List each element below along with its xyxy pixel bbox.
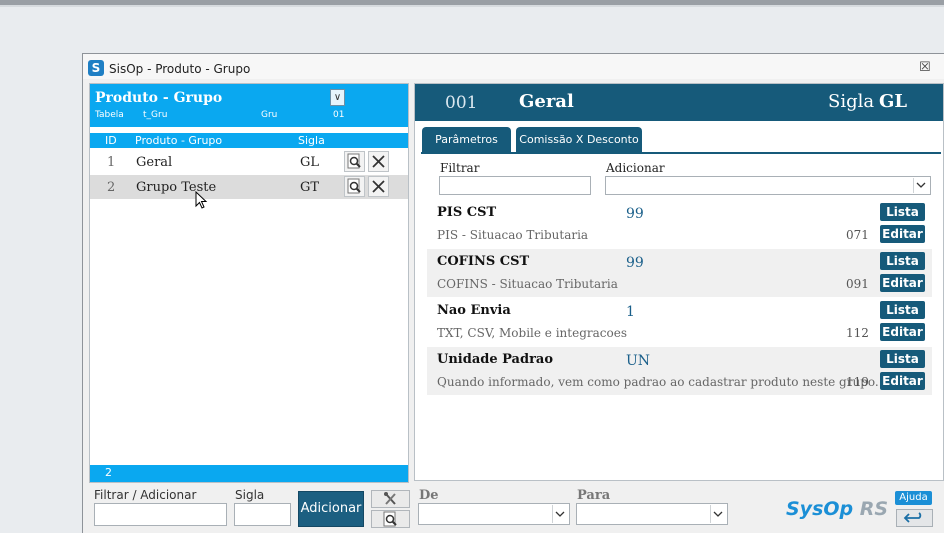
param-row: COFINS CST 99 COFINS - Situacao Tributar…	[427, 249, 932, 297]
delete-button[interactable]	[368, 151, 389, 172]
row-name: Geral	[136, 155, 173, 170]
table-row[interactable]: 1 Geral GL	[90, 150, 408, 174]
editar-button[interactable]: Editar	[880, 274, 925, 292]
table-row[interactable]: 2 Grupo Teste GT	[90, 175, 408, 199]
app-logo-icon: S	[88, 60, 104, 76]
list-title: Produto - Grupo	[95, 90, 223, 106]
tab-comissao-desconto[interactable]: Comissão X Desconto	[516, 127, 642, 153]
group-detail-panel: 001 Geral Sigla GL Parâmetros Comissão X…	[414, 83, 944, 481]
editar-button[interactable]: Editar	[880, 323, 925, 341]
lista-button[interactable]: Lista	[880, 350, 925, 368]
tools-icon	[384, 492, 396, 505]
magnifier-icon	[347, 153, 361, 169]
mouse-cursor-icon	[195, 191, 208, 209]
param-row: PIS CST 99 PIS - Situacao Tributaria 071…	[427, 200, 932, 248]
param-row: Nao Envia 1 TXT, CSV, Mobile e integraco…	[427, 298, 932, 346]
list-column-headers: ID Produto - Grupo Sigla	[90, 133, 408, 148]
de-select[interactable]	[418, 503, 570, 525]
param-description: COFINS - Situacao Tributaria	[437, 277, 618, 291]
tab-parametros[interactable]: Parâmetros	[422, 127, 511, 153]
param-number: 119	[846, 375, 869, 389]
param-value: 99	[626, 255, 644, 271]
tools-button[interactable]	[371, 490, 410, 508]
delete-button[interactable]	[368, 176, 389, 197]
param-description: PIS - Situacao Tributaria	[437, 228, 589, 242]
row-sigla: GL	[300, 155, 320, 170]
table-code: 01	[333, 110, 345, 120]
param-row: Unidade Padrao UN Quando informado, vem …	[427, 347, 932, 395]
search-button[interactable]	[371, 510, 410, 528]
col-name[interactable]: Produto - Grupo	[135, 134, 222, 147]
param-add-select[interactable]	[605, 176, 931, 195]
view-button[interactable]	[344, 151, 365, 172]
param-number: 112	[846, 326, 869, 340]
sigla-header-label: Sigla	[828, 91, 875, 112]
close-icon[interactable]: ☒	[919, 60, 931, 75]
app-window: S SisOp - Produto - Grupo ☒ Produto - Gr…	[82, 53, 944, 533]
list-footer: 2	[90, 465, 408, 482]
close-icon	[372, 180, 385, 193]
window-title: SisOp - Produto - Grupo	[109, 62, 251, 76]
param-number: 071	[846, 228, 869, 242]
title-bar: S SisOp - Produto - Grupo ☒	[83, 54, 944, 79]
logo-suffix: RS	[859, 498, 889, 520]
col-sigla[interactable]: Sigla	[298, 134, 325, 147]
add-button[interactable]: Adicionar	[298, 491, 364, 527]
lista-button[interactable]: Lista	[880, 252, 925, 270]
filter-label: Filtrar / Adicionar	[94, 488, 197, 502]
de-label: De	[419, 488, 439, 503]
sigla-label: Sigla	[235, 488, 265, 502]
param-title: Nao Envia	[437, 303, 511, 318]
lista-button[interactable]: Lista	[880, 203, 925, 221]
group-list-panel: Produto - Grupo ∨ Tabela t_Gru Gru 01 ID…	[89, 83, 409, 483]
row-sigla: GT	[300, 180, 320, 195]
sysop-logo: SysOp RS	[786, 498, 888, 520]
filtrar-label: Filtrar	[440, 161, 480, 175]
back-button[interactable]	[896, 509, 933, 527]
para-label: Para	[577, 488, 611, 503]
chevron-down-icon[interactable]: ∨	[330, 89, 345, 106]
param-title: COFINS CST	[437, 254, 530, 269]
logo-main: SysOp	[786, 498, 854, 520]
param-title: Unidade Padrao	[437, 352, 554, 367]
screen-top-border-light	[0, 5, 944, 7]
param-filter-input[interactable]	[439, 176, 591, 195]
chevron-down-icon	[913, 178, 929, 193]
param-number: 091	[846, 277, 869, 291]
editar-button[interactable]: Editar	[880, 225, 925, 243]
adicionar-label: Adicionar	[606, 161, 665, 175]
record-count: 2	[105, 466, 112, 479]
magnifier-icon	[347, 178, 361, 194]
row-id: 1	[107, 155, 116, 170]
filter-input[interactable]	[94, 503, 227, 526]
param-description: TXT, CSV, Mobile e integracoes	[437, 326, 627, 340]
para-select[interactable]	[576, 503, 728, 525]
chevron-down-icon	[552, 505, 568, 523]
tabela-label: Tabela	[95, 110, 124, 120]
view-button[interactable]	[344, 176, 365, 197]
param-value: UN	[626, 353, 651, 369]
lista-button[interactable]: Lista	[880, 301, 925, 319]
group-code: 001	[445, 93, 478, 113]
magnifier-icon	[383, 511, 397, 527]
tab-underline	[421, 152, 941, 154]
param-description: Quando informado, vem como padrao ao cad…	[437, 375, 879, 389]
chevron-down-icon	[710, 505, 726, 523]
tabela-value: t_Gru	[143, 110, 168, 120]
undo-arrow-icon	[903, 512, 922, 523]
close-icon	[372, 155, 385, 168]
param-value: 99	[626, 206, 644, 222]
help-button[interactable]: Ajuda	[895, 491, 932, 505]
list-header: Produto - Grupo ∨ Tabela t_Gru Gru 01	[90, 84, 408, 127]
detail-header: 001 Geral Sigla GL	[415, 84, 943, 121]
param-value: 1	[626, 304, 635, 320]
row-id: 2	[107, 180, 116, 195]
group-name: Geral	[519, 91, 574, 112]
sigla-header-value: GL	[879, 91, 908, 112]
editar-button[interactable]: Editar	[880, 372, 925, 390]
sigla-input[interactable]	[234, 503, 291, 526]
param-title: PIS CST	[437, 205, 497, 220]
col-id[interactable]: ID	[105, 134, 117, 147]
table-prefix: Gru	[261, 110, 278, 120]
